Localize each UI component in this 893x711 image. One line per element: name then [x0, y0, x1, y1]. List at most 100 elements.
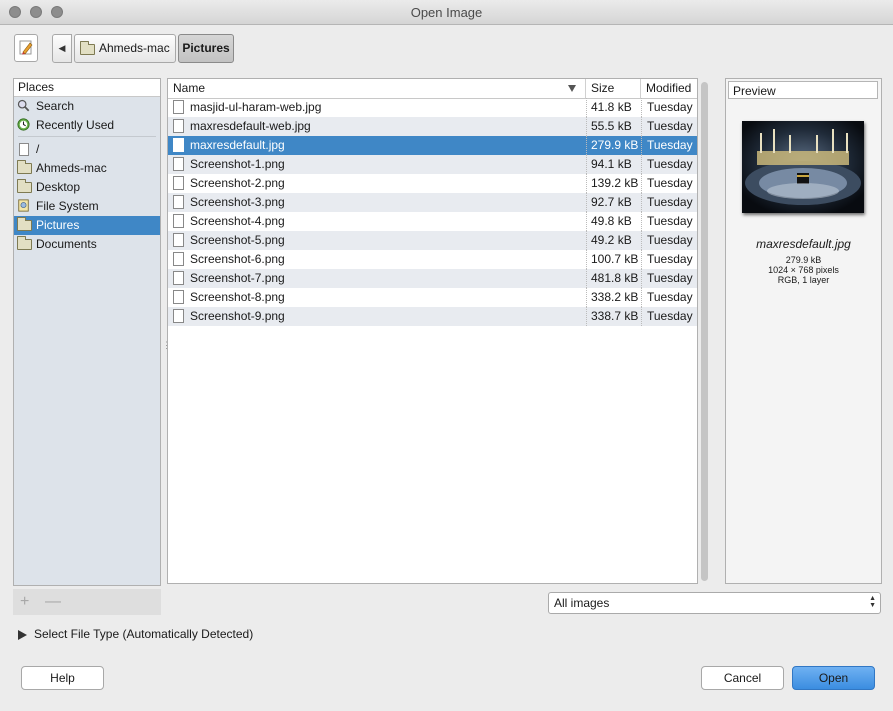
column-size-header[interactable]: Size — [586, 79, 641, 98]
column-name-header[interactable]: Name — [168, 79, 586, 98]
file-size: 55.5 kB — [586, 117, 641, 136]
place-desktop[interactable]: Desktop — [14, 178, 160, 197]
folder-icon — [17, 236, 32, 250]
file-icon — [173, 309, 184, 323]
file-name: Screenshot-2.png — [168, 174, 586, 193]
file-name-text: maxresdefault-web.jpg — [190, 119, 311, 133]
search-icon — [17, 99, 30, 112]
file-modified: Tuesday — [641, 231, 697, 250]
pane-splitter[interactable]: ⋮ — [162, 340, 171, 352]
file-name-text: Screenshot-8.png — [190, 290, 285, 304]
preview-mode: RGB, 1 layer — [777, 275, 830, 285]
document-icon — [19, 143, 29, 156]
drive-icon — [18, 199, 29, 212]
remove-bookmark-button[interactable]: — — [45, 593, 61, 611]
file-name-text: Screenshot-1.png — [190, 157, 285, 171]
preview-dimensions: 1024 × 768 pixels — [768, 265, 839, 275]
file-name: Screenshot-9.png — [168, 307, 586, 326]
file-name: Screenshot-3.png — [168, 193, 586, 212]
folder-icon — [17, 217, 32, 231]
left-arrow-icon: ◀ — [58, 43, 66, 53]
file-size: 49.2 kB — [586, 231, 641, 250]
file-name-text: Screenshot-2.png — [190, 176, 285, 190]
file-size: 92.7 kB — [586, 193, 641, 212]
place-label: File System — [36, 199, 99, 213]
file-modified: Tuesday — [641, 155, 697, 174]
file-row[interactable]: Screenshot-4.png 49.8 kB Tuesday — [168, 212, 697, 231]
file-modified: Tuesday — [641, 250, 697, 269]
place-label: Recently Used — [36, 118, 115, 132]
file-row[interactable]: maxresdefault.jpg 279.9 kB Tuesday — [168, 136, 697, 155]
file-row[interactable]: Screenshot-5.png 49.2 kB Tuesday — [168, 231, 697, 250]
file-name: masjid-ul-haram-web.jpg — [168, 98, 586, 117]
file-row[interactable]: maxresdefault-web.jpg 55.5 kB Tuesday — [168, 117, 697, 136]
place-recently-used[interactable]: Recently Used — [14, 116, 160, 135]
file-icon — [173, 195, 184, 209]
folder-icon — [17, 160, 32, 174]
file-size: 481.8 kB — [586, 269, 641, 288]
column-label: Size — [591, 81, 615, 95]
recent-icon — [17, 118, 30, 131]
file-name-text: Screenshot-4.png — [190, 214, 285, 228]
cancel-button[interactable]: Cancel — [701, 666, 784, 690]
filter-value: All images — [554, 596, 610, 610]
place-documents[interactable]: Documents — [14, 235, 160, 254]
place-label: Search — [36, 99, 75, 113]
file-icon — [173, 214, 184, 228]
file-modified: Tuesday — [641, 269, 697, 288]
place-label: Documents — [36, 237, 97, 251]
place-label: Ahmeds-mac — [36, 161, 107, 175]
file-modified: Tuesday — [641, 117, 697, 136]
file-list-header: Name Size Modified — [168, 79, 697, 99]
file-row[interactable]: Screenshot-3.png 92.7 kB Tuesday — [168, 193, 697, 212]
file-rows: masjid-ul-haram-web.jpg 41.8 kB Tuesday max… — [168, 98, 697, 326]
places-divider — [18, 136, 156, 137]
file-name: Screenshot-7.png — [168, 269, 586, 288]
breadcrumb-ahmeds-mac[interactable]: Ahmeds-mac — [74, 34, 176, 63]
file-size: 100.7 kB — [586, 250, 641, 269]
breadcrumb-pictures[interactable]: Pictures — [178, 34, 234, 63]
path-back-button[interactable]: ◀ — [52, 34, 72, 63]
file-row[interactable]: Screenshot-7.png 481.8 kB Tuesday — [168, 269, 697, 288]
preview-header: Preview — [728, 81, 878, 99]
preview-image — [742, 121, 864, 213]
file-modified: Tuesday — [641, 98, 697, 117]
window-title: Open Image — [410, 5, 483, 20]
file-modified: Tuesday — [641, 193, 697, 212]
place-file-system[interactable]: File System — [14, 197, 160, 216]
file-row[interactable]: Screenshot-1.png 94.1 kB Tuesday — [168, 155, 697, 174]
expand-triangle-icon — [18, 630, 27, 640]
folder-icon — [80, 41, 95, 55]
file-name-text: Screenshot-7.png — [190, 271, 285, 285]
file-row[interactable]: Screenshot-8.png 338.2 kB Tuesday — [168, 288, 697, 307]
file-name: Screenshot-5.png — [168, 231, 586, 250]
file-icon — [173, 138, 184, 152]
place-label: Desktop — [36, 180, 81, 194]
type-location-button[interactable] — [14, 34, 38, 62]
file-name-text: Screenshot-3.png — [190, 195, 285, 209]
places-toolbar: + — — [13, 589, 161, 615]
file-icon — [173, 271, 184, 285]
file-row[interactable]: Screenshot-9.png 338.7 kB Tuesday — [168, 307, 697, 326]
column-modified-header[interactable]: Modified — [641, 79, 697, 98]
place-ahmeds-mac[interactable]: Ahmeds-mac — [14, 159, 160, 178]
place-pictures[interactable]: Pictures — [14, 216, 160, 235]
open-button[interactable]: Open — [792, 666, 875, 690]
file-name-text: masjid-ul-haram-web.jpg — [190, 100, 322, 114]
file-filter-select[interactable]: All images ▲ ▼ — [548, 592, 881, 614]
file-row[interactable]: masjid-ul-haram-web.jpg 41.8 kB Tuesday — [168, 98, 697, 117]
file-row[interactable]: Screenshot-2.png 139.2 kB Tuesday — [168, 174, 697, 193]
title-bar: Open Image — [0, 0, 893, 25]
place-search[interactable]: Search — [14, 97, 160, 116]
file-name: maxresdefault.jpg — [168, 136, 586, 155]
scrollbar-thumb[interactable] — [701, 82, 708, 581]
place-root[interactable]: / — [14, 140, 160, 159]
file-row[interactable]: Screenshot-6.png 100.7 kB Tuesday — [168, 250, 697, 269]
help-button[interactable]: Help — [21, 666, 104, 690]
place-label: Pictures — [36, 218, 80, 232]
breadcrumb-label: Ahmeds-mac — [99, 41, 170, 55]
file-icon — [173, 157, 184, 171]
places-header: Places — [14, 79, 160, 97]
add-bookmark-button[interactable]: + — [20, 593, 29, 611]
file-size: 279.9 kB — [586, 136, 641, 155]
